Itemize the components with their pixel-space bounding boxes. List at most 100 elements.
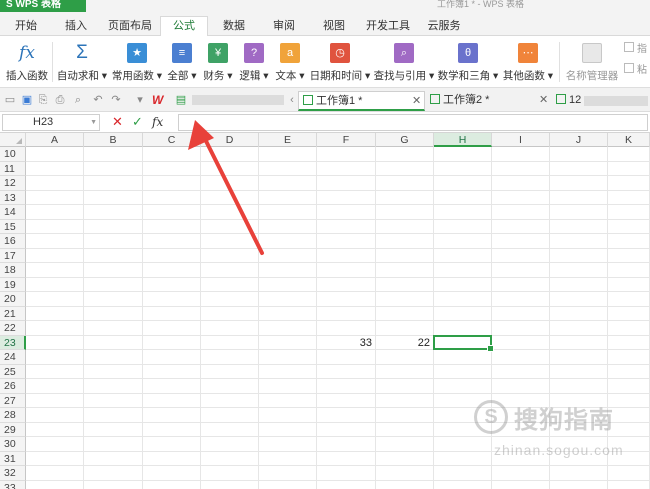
cell-g23[interactable]: 22 [376, 336, 433, 351]
row-header-30[interactable]: 30 [0, 437, 26, 452]
row-header-26[interactable]: 26 [0, 379, 26, 394]
column-header-f[interactable]: F [317, 133, 376, 147]
point-button[interactable]: 指 [622, 40, 650, 60]
column-header-c[interactable]: C [143, 133, 201, 147]
tab-formulas[interactable]: 公式 [160, 16, 208, 37]
math-button[interactable]: θ 数学和三角 ▾ [437, 40, 499, 84]
row-header-14[interactable]: 14 [0, 205, 26, 220]
wps-logo-icon[interactable]: W [152, 93, 163, 107]
column-header-a[interactable]: A [26, 133, 84, 147]
text-button[interactable]: a 文本 ▾ [273, 40, 307, 84]
column-header-h[interactable]: H [434, 133, 492, 147]
gridline [26, 291, 650, 292]
column-header-j[interactable]: J [550, 133, 608, 147]
formula-input[interactable] [178, 114, 648, 131]
export-pdf-icon[interactable]: ⎘ [37, 94, 49, 106]
row-header-15[interactable]: 15 [0, 219, 26, 234]
select-all-corner[interactable] [0, 133, 26, 147]
wps-spreadsheet-window: S WPS 表格 工作簿1 * - WPS 表格 开始 插入 页面布局 公式 数… [0, 0, 650, 489]
row-header-28[interactable]: 28 [0, 408, 26, 423]
gridline [433, 147, 434, 489]
row-header-23[interactable]: 23 [0, 335, 26, 350]
tab-review[interactable]: 审阅 [266, 17, 302, 36]
gridline [142, 147, 143, 489]
print-preview-icon[interactable]: ⌕ [72, 94, 84, 106]
chevron-down-icon[interactable]: ▼ [90, 115, 97, 130]
tab-scroll-left-icon[interactable]: ‹ [286, 94, 298, 106]
all-functions-button[interactable]: ≡ 全部 ▾ [165, 40, 199, 84]
row-header-10[interactable]: 10 [0, 147, 26, 162]
row-header-27[interactable]: 27 [0, 393, 26, 408]
finance-button[interactable]: ¥ 财务 ▾ [201, 40, 235, 84]
row-header-11[interactable]: 11 [0, 161, 26, 176]
undo-icon[interactable]: ↶ [92, 94, 104, 106]
cell-f23[interactable]: 33 [317, 336, 375, 351]
confirm-icon[interactable]: ✓ [132, 115, 143, 129]
cancel-icon[interactable]: ✕ [112, 115, 123, 129]
name-box[interactable]: H23 ▼ [2, 114, 100, 131]
row-header-33[interactable]: 33 [0, 480, 26, 489]
doc-tab-3[interactable]: 12 [556, 91, 650, 111]
tab-page-layout[interactable]: 页面布局 [104, 17, 156, 36]
column-header-i[interactable]: I [492, 133, 550, 147]
datetime-button[interactable]: ◷ 日期和时间 ▾ [309, 40, 371, 84]
doc-tab-workbook2[interactable]: 工作簿2 * ✕ [428, 91, 552, 111]
ribbon-divider [52, 42, 53, 82]
row-header-32[interactable]: 32 [0, 466, 26, 481]
gridline [26, 262, 650, 263]
save-icon[interactable]: ▣ [21, 94, 33, 106]
close-icon[interactable]: ✕ [539, 91, 548, 109]
name-manager-button[interactable]: 名称管理器 [564, 40, 620, 84]
row-header-17[interactable]: 17 [0, 248, 26, 263]
insert-function-button[interactable]: fx 插入函数 [4, 40, 50, 84]
sogou-watermark: S 搜狗指南 zhinan.sogou.com [466, 398, 646, 478]
tab-home[interactable]: 开始 [8, 17, 44, 36]
close-icon[interactable]: ✕ [412, 92, 421, 110]
row-header-22[interactable]: 22 [0, 321, 26, 336]
tab-cloud[interactable]: 云服务 [422, 17, 466, 36]
selected-cell-h23[interactable] [433, 334, 494, 352]
tab-view[interactable]: 视图 [316, 17, 352, 36]
watermark-text: 搜狗指南 [514, 407, 614, 434]
column-header-b[interactable]: B [84, 133, 143, 147]
row-header-20[interactable]: 20 [0, 292, 26, 307]
window-title: 工作簿1 * - WPS 表格 [437, 0, 525, 9]
paste-button[interactable]: 粘 [622, 60, 650, 80]
column-header-k[interactable]: K [608, 133, 650, 147]
row-header-18[interactable]: 18 [0, 263, 26, 278]
row-header-25[interactable]: 25 [0, 364, 26, 379]
tab-data[interactable]: 数据 [216, 17, 252, 36]
tab-developer[interactable]: 开发工具 [362, 17, 414, 36]
doc-tab-workbook1[interactable]: 工作簿1 * ✕ [298, 91, 425, 111]
print-icon[interactable]: ⎙ [54, 94, 66, 106]
point-icon [624, 42, 634, 52]
app-menu-button[interactable]: S WPS 表格 [0, 0, 86, 12]
row-header-24[interactable]: 24 [0, 350, 26, 365]
gridline [258, 147, 259, 489]
redo-icon[interactable]: ↷ [110, 94, 122, 106]
tab-insert[interactable]: 插入 [56, 17, 96, 36]
open-folder-icon[interactable]: ▭ [4, 94, 16, 106]
row-header-16[interactable]: 16 [0, 234, 26, 249]
column-header-d[interactable]: D [201, 133, 259, 147]
lookup-button[interactable]: ⌕ 查找与引用 ▾ [373, 40, 435, 84]
workbook-icon [556, 94, 566, 104]
gridline [200, 147, 201, 489]
common-functions-button[interactable]: ★ 常用函数 ▾ [111, 40, 163, 84]
customize-dropdown-icon[interactable]: ▾ [134, 94, 146, 106]
column-header-g[interactable]: G [376, 133, 434, 147]
autosum-button[interactable]: Σ 自动求和 ▾ [55, 40, 109, 84]
column-header-e[interactable]: E [259, 133, 317, 147]
row-header-12[interactable]: 12 [0, 176, 26, 191]
gridline [26, 479, 650, 481]
gridline [26, 392, 650, 394]
row-header-19[interactable]: 19 [0, 277, 26, 292]
row-header-29[interactable]: 29 [0, 422, 26, 437]
blurred-tab[interactable] [192, 95, 284, 105]
row-header-13[interactable]: 13 [0, 190, 26, 205]
row-header-21[interactable]: 21 [0, 306, 26, 321]
logic-button[interactable]: ? 逻辑 ▾ [237, 40, 271, 84]
fx-icon[interactable]: fx [152, 115, 163, 129]
row-header-31[interactable]: 31 [0, 451, 26, 466]
other-functions-button[interactable]: ⋯ 其他函数 ▾ [501, 40, 555, 84]
